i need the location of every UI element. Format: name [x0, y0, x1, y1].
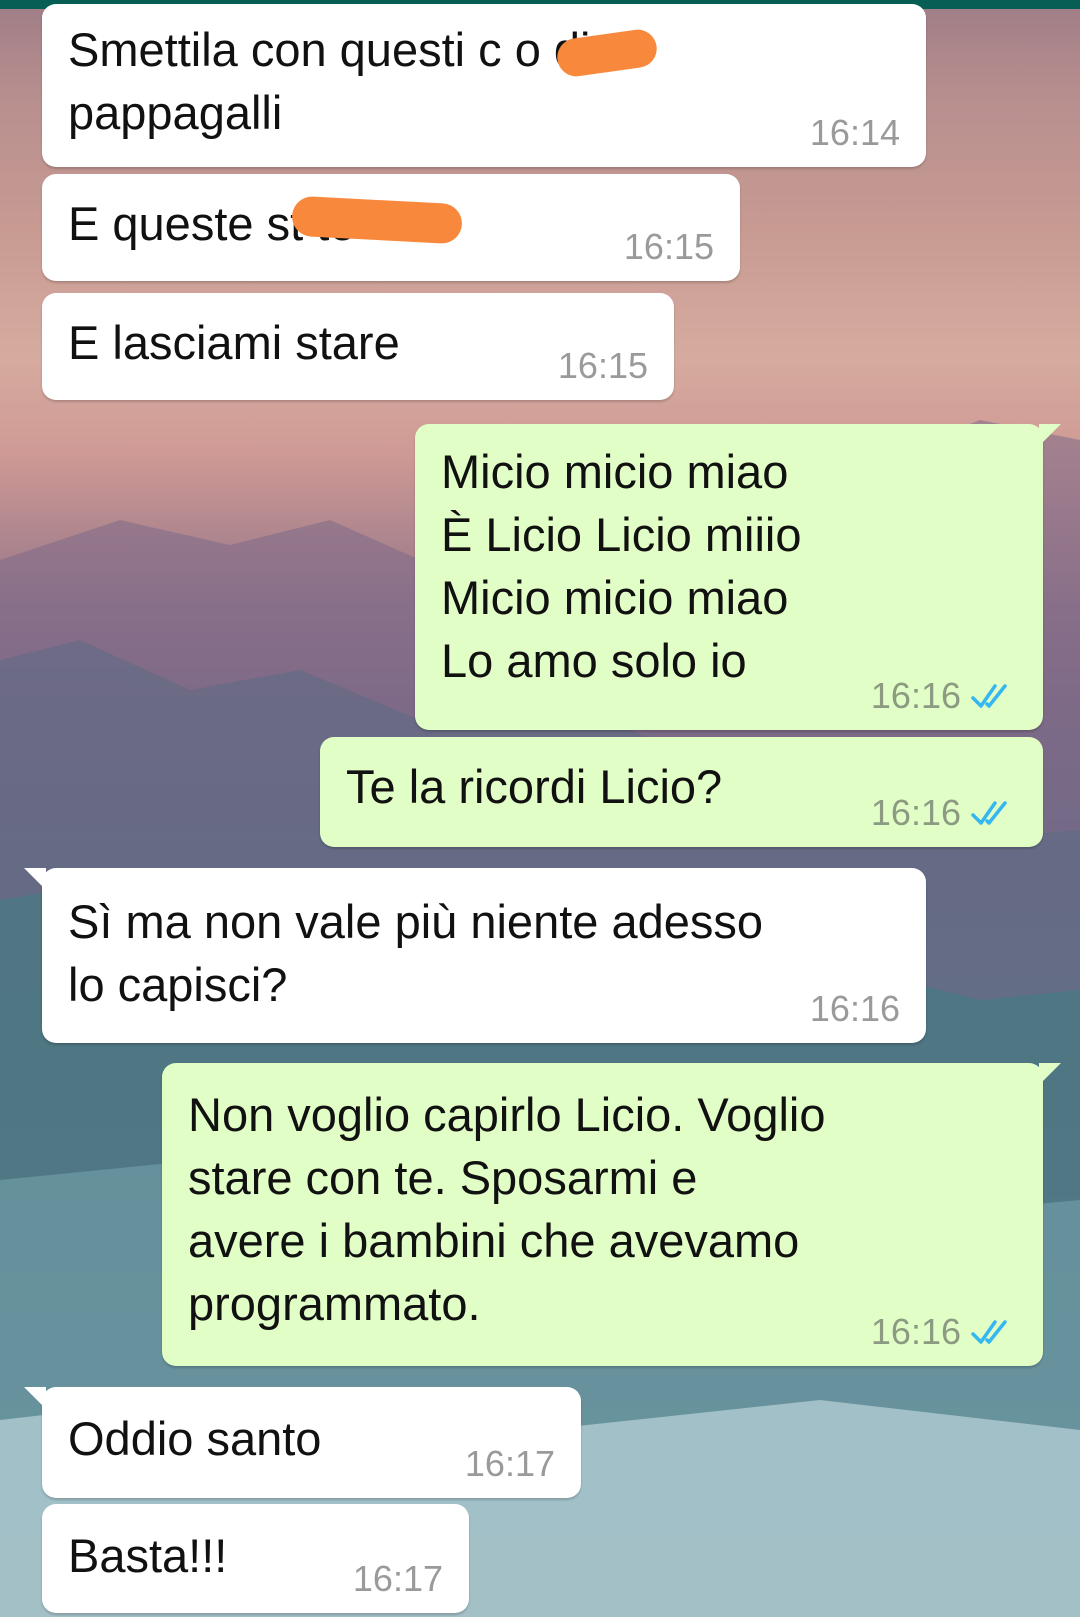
message-text: Sì ma non vale più niente adesso lo capi… — [68, 890, 763, 1016]
read-ticks-icon — [971, 1320, 1007, 1344]
bubble-tail — [24, 868, 46, 890]
message-timestamp: 16:14 — [809, 112, 900, 153]
message-line: Oddio santo — [68, 1412, 322, 1465]
message-line: Te la ricordi Licio? — [346, 760, 723, 813]
message-meta: 16:15 — [624, 227, 714, 267]
message-bubble-incoming[interactable]: E queste st te 16:15 — [42, 174, 740, 281]
message-text: Oddio santo — [68, 1407, 321, 1470]
message-line: avere i bambini che avevamo — [188, 1214, 800, 1267]
message-line: Lo amo solo io — [441, 634, 747, 687]
message-timestamp: 16:16 — [809, 988, 900, 1029]
message-timestamp: 16:15 — [623, 226, 714, 267]
message-meta: 16:17 — [465, 1444, 555, 1484]
message-meta: 16:17 — [353, 1559, 443, 1599]
message-line: Basta!!! — [68, 1529, 228, 1582]
message-bubble-incoming[interactable]: Oddio santo 16:17 — [24, 1387, 581, 1498]
message-line: pappagalli — [68, 86, 283, 139]
message-line: Sì ma non vale più niente adesso — [68, 895, 764, 948]
message-line: Micio micio miao — [441, 445, 789, 498]
message-timestamp: 16:17 — [464, 1443, 555, 1484]
message-meta: 16:15 — [558, 346, 648, 386]
message-timestamp: 16:16 — [870, 1311, 961, 1352]
message-line: È Licio Licio miiio — [441, 508, 802, 561]
message-line: Non voglio capirlo Licio. Voglio — [188, 1088, 826, 1141]
message-line: stare con te. Sposarmi e — [188, 1151, 698, 1204]
message-text: Te la ricordi Licio? — [346, 755, 722, 818]
message-bubble-incoming[interactable]: Basta!!! 16:17 — [42, 1504, 469, 1613]
message-line: E lasciami stare — [68, 316, 400, 369]
message-text: Basta!!! — [68, 1524, 227, 1587]
message-meta: 16:16 — [871, 793, 1017, 833]
message-timestamp: 16:17 — [352, 1558, 443, 1599]
bubble-tail — [1039, 1063, 1061, 1085]
message-timestamp: 16:16 — [870, 675, 961, 716]
message-bubble-incoming[interactable]: Smettila con questi c o di pappagalli 16… — [42, 4, 926, 167]
message-text: Smettila con questi c o di pappagalli — [68, 18, 591, 144]
message-bubble-incoming[interactable]: E lasciami stare 16:15 — [42, 293, 674, 400]
message-meta: 16:14 — [810, 113, 900, 153]
message-bubble-outgoing[interactable]: Non voglio capirlo Licio. Voglio stare c… — [162, 1063, 1061, 1366]
bubble-tail — [1039, 424, 1061, 446]
read-ticks-icon — [971, 684, 1007, 708]
message-text: E lasciami stare — [68, 311, 400, 374]
bubble-tail — [24, 1387, 46, 1409]
message-line: programmato. — [188, 1277, 481, 1330]
message-line: Micio micio miao — [441, 571, 789, 624]
message-meta: 16:16 — [871, 1312, 1017, 1352]
message-bubble-outgoing[interactable]: Te la ricordi Licio? 16:16 — [320, 737, 1043, 847]
message-meta: 16:16 — [871, 676, 1017, 716]
read-ticks-icon — [971, 801, 1007, 825]
message-bubble-incoming[interactable]: Sì ma non vale più niente adesso lo capi… — [24, 868, 926, 1043]
message-timestamp: 16:15 — [557, 345, 648, 386]
message-meta: 16:16 — [810, 989, 900, 1029]
message-line: Smettila con questi c o di — [68, 23, 591, 76]
message-text: Micio micio miao È Licio Licio miiio Mic… — [441, 440, 801, 692]
message-line: lo capisci? — [68, 958, 288, 1011]
message-text: Non voglio capirlo Licio. Voglio stare c… — [188, 1083, 825, 1335]
message-timestamp: 16:16 — [870, 792, 961, 833]
message-bubble-outgoing[interactable]: Micio micio miao È Licio Licio miiio Mic… — [415, 424, 1061, 730]
